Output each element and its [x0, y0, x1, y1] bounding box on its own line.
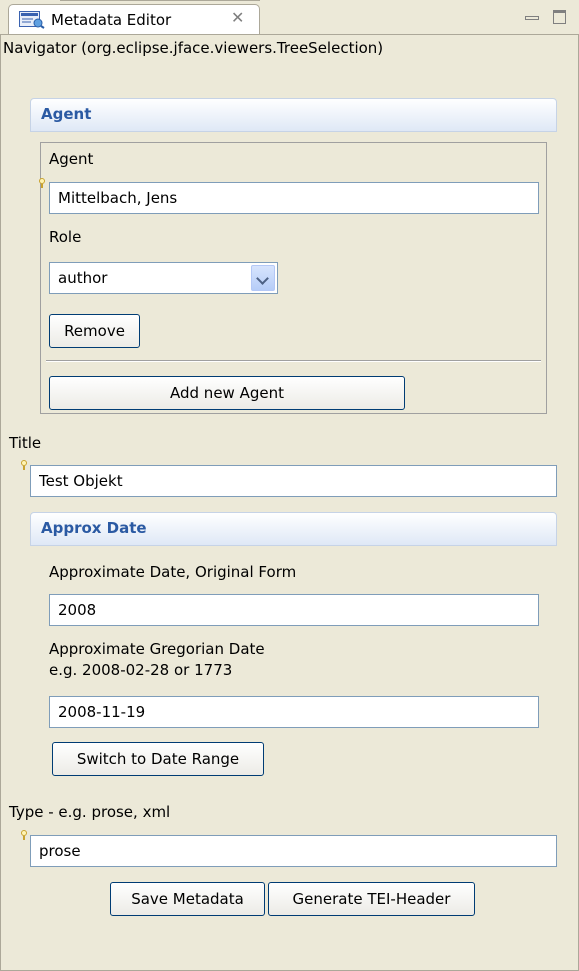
original-date-field[interactable] [49, 594, 539, 626]
tab-metadata-editor[interactable]: Metadata Editor ✕ [8, 4, 260, 34]
agent-label: Agent [49, 150, 94, 168]
required-hint-icon [39, 178, 45, 188]
gregorian-date-field[interactable] [49, 696, 539, 728]
agent-section-header[interactable]: Agent [30, 98, 557, 132]
remove-agent-button[interactable]: Remove [49, 314, 140, 348]
navigator-selection-label: Navigator (org.eclipse.jface.viewers.Tre… [0, 34, 579, 64]
add-agent-button[interactable]: Add new Agent [49, 376, 405, 410]
save-metadata-button[interactable]: Save Metadata [110, 882, 265, 916]
required-hint-icon [21, 460, 27, 470]
close-icon[interactable]: ✕ [231, 8, 244, 27]
gregorian-date-label-line2: e.g. 2008-02-28 or 1773 [49, 661, 233, 679]
original-date-label: Approximate Date, Original Form [49, 563, 297, 581]
chevron-down-icon[interactable] [251, 265, 275, 291]
navigator-text: Navigator (org.eclipse.jface.viewers.Tre… [3, 39, 384, 57]
approx-date-section-title: Approx Date [41, 519, 147, 537]
minimize-icon[interactable] [525, 16, 539, 20]
maximize-icon[interactable] [553, 10, 566, 24]
role-selected-value: author [58, 269, 108, 287]
gregorian-date-label-line1: Approximate Gregorian Date [49, 640, 265, 658]
type-field[interactable] [30, 835, 557, 867]
agent-name-field[interactable] [49, 182, 539, 214]
required-hint-icon [21, 830, 27, 840]
metadata-editor-icon [19, 11, 45, 29]
title-label: Title [9, 434, 42, 452]
role-label: Role [49, 228, 82, 246]
agent-section-title: Agent [41, 105, 92, 123]
role-select[interactable]: author [49, 262, 278, 294]
approx-date-section-header[interactable]: Approx Date [30, 512, 557, 546]
title-field[interactable] [30, 465, 557, 497]
tab-title: Metadata Editor [51, 11, 172, 29]
tab-bar: Metadata Editor ✕ [0, 0, 579, 34]
type-label: Type - e.g. prose, xml [9, 803, 171, 821]
agent-separator [46, 360, 541, 362]
switch-to-date-range-button[interactable]: Switch to Date Range [52, 742, 264, 776]
generate-tei-header-button[interactable]: Generate TEI-Header [268, 882, 475, 916]
